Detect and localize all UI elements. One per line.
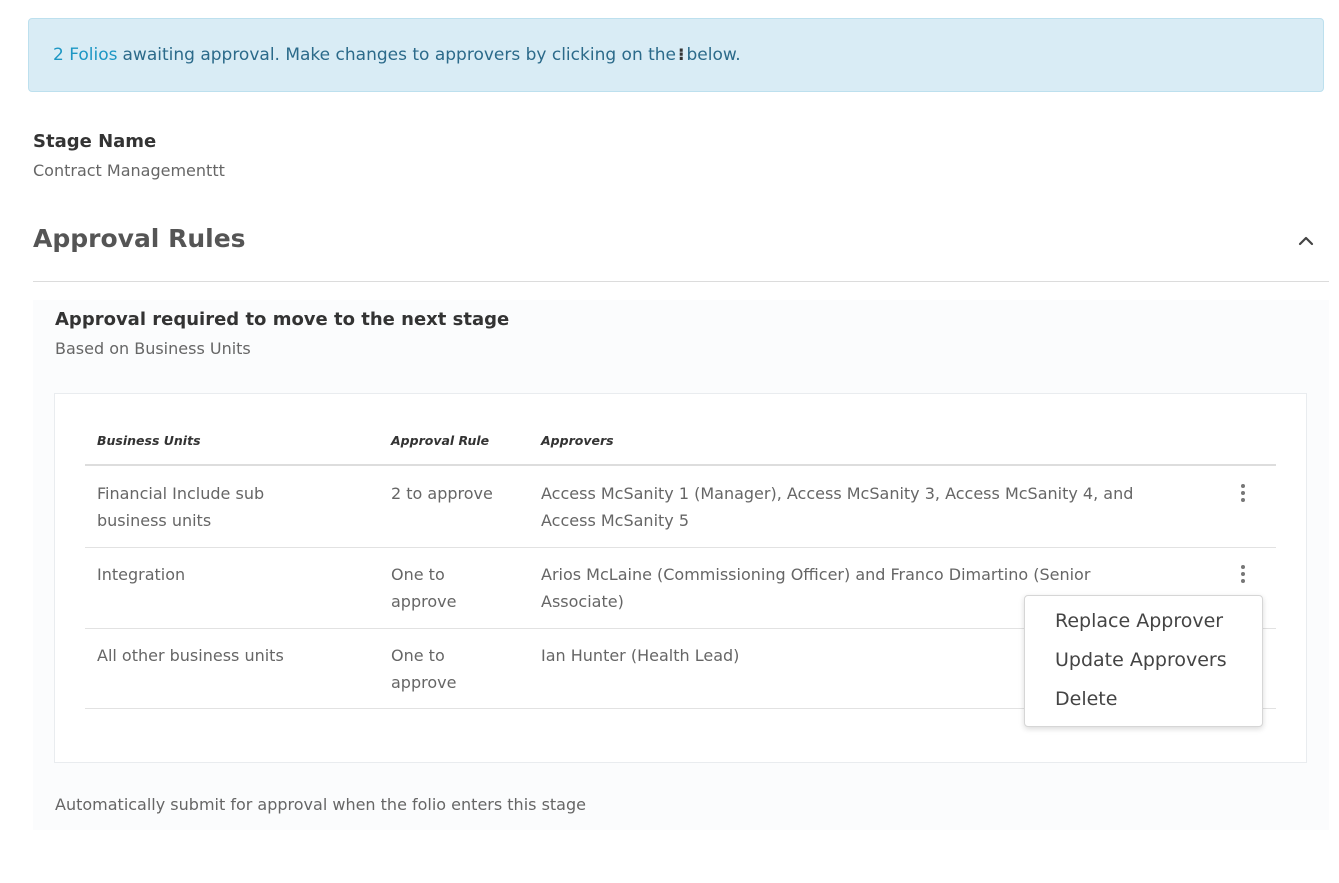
row1-approvers: Access McSanity 1 (Manager), Access McSa… xyxy=(541,484,1134,530)
stage-name-value: Contract Managementtt xyxy=(33,161,225,180)
alert-message: awaiting approval. Make changes to appro… xyxy=(122,45,677,65)
row2-business-unit: Integration xyxy=(97,565,186,584)
row-divider xyxy=(85,547,1276,548)
requirement-title: Approval required to move to the next st… xyxy=(55,309,510,330)
header-approval-rule: Approval Rule xyxy=(391,433,490,448)
kebab-icon: ⁝ xyxy=(678,45,685,65)
collapse-button[interactable] xyxy=(1293,228,1319,254)
row1-approval-rule: 2 to approve xyxy=(391,484,493,503)
section-divider xyxy=(33,281,1329,282)
row3-business-unit: All other business units xyxy=(97,646,284,665)
replace-approver-menu-item[interactable]: Replace Approver xyxy=(1055,610,1223,632)
row1-business-unit: Financial Include sub business units xyxy=(97,484,265,530)
approval-rules-title: Approval Rules xyxy=(33,224,246,253)
update-approvers-menu-item[interactable]: Update Approvers xyxy=(1055,649,1227,671)
row3-approvers: Ian Hunter (Health Lead) xyxy=(541,646,740,665)
info-alert: 2 Folios awaiting approval. Make changes… xyxy=(28,18,1324,92)
header-business-units: Business Units xyxy=(97,433,201,448)
row1-kebab-menu-button[interactable] xyxy=(1235,482,1251,508)
folios-link[interactable]: 2 Folios xyxy=(53,45,118,65)
alert-message-end: below. xyxy=(686,45,741,65)
row2-approval-rule: One to approve xyxy=(391,565,457,611)
header-approvers: Approvers xyxy=(541,433,614,448)
row2-kebab-menu-button[interactable] xyxy=(1235,563,1251,589)
table-header-divider xyxy=(85,464,1276,466)
stage-name-label: Stage Name xyxy=(33,131,157,152)
delete-menu-item[interactable]: Delete xyxy=(1055,688,1117,710)
row-actions-menu: Replace Approver Update Approvers Delete xyxy=(1024,595,1263,727)
row2-approvers: Arios McLaine (Commissioning Officer) an… xyxy=(541,565,1091,611)
chevron-up-icon xyxy=(1298,236,1314,246)
auto-submit-text: Automatically submit for approval when t… xyxy=(55,795,586,814)
row3-approval-rule: One to approve xyxy=(391,646,457,692)
requirement-subtitle: Based on Business Units xyxy=(55,339,251,358)
